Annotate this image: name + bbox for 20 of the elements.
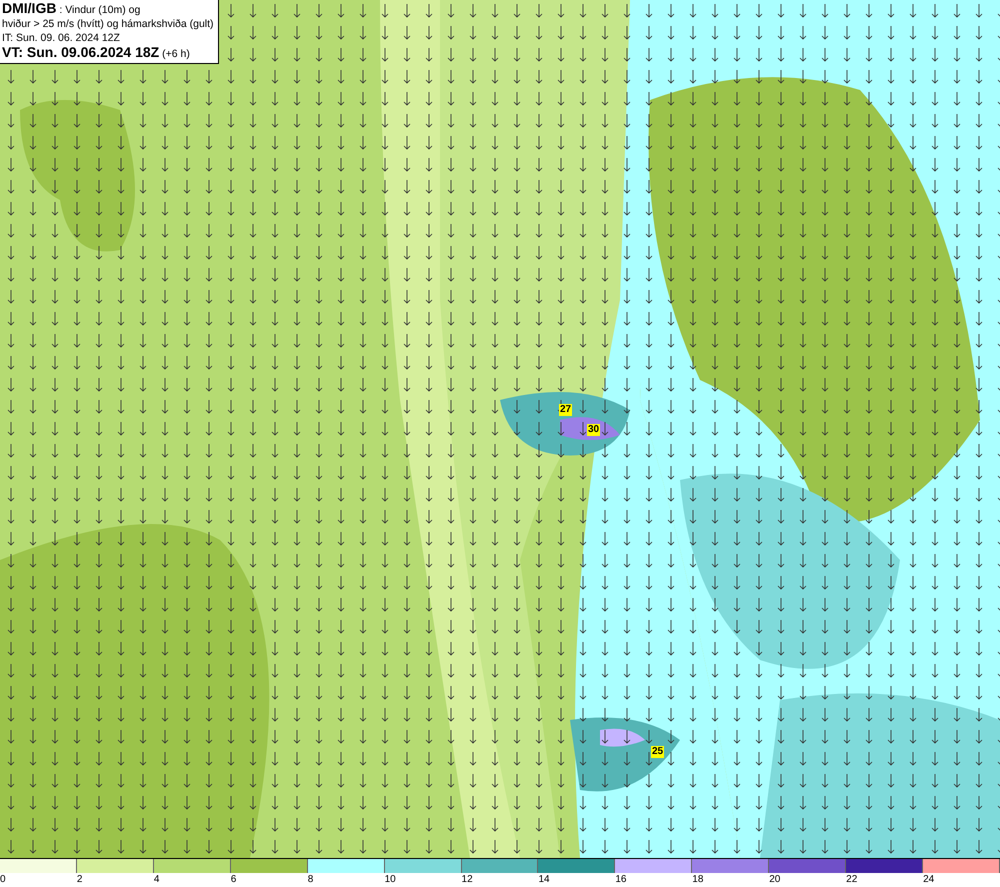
max-gust-label: 25	[651, 746, 664, 758]
scale-tick-label: 20	[769, 873, 780, 887]
scale-tick-label: 22	[846, 873, 858, 887]
title-line: IT: Sun. 09. 06. 2024 12Z	[2, 31, 121, 45]
scale-tick-label: 4	[154, 873, 160, 887]
scale-tick-label: 14	[538, 873, 550, 887]
title-line: DMI/IGB : Vindur (10m) og	[2, 1, 142, 17]
scale-tick-label: 16	[615, 873, 626, 887]
scale-tick-label: 12	[462, 873, 473, 887]
scale-tick-label: 2	[76, 873, 82, 887]
max-gust-label: 30	[587, 424, 600, 436]
scale-tick-label: 8	[308, 873, 314, 887]
scale-tick-label: 24	[923, 873, 934, 887]
title-line: hviður > 25 m/s (hvítt) og hámarkshviða (gult)	[2, 17, 214, 31]
scale-tick-label: 10	[384, 873, 396, 887]
title-line: VT: Sun. 09.06.2024 18Z (+6 h)	[2, 45, 191, 61]
scale-tick-label: 0	[0, 873, 6, 887]
max-gust-label: 27	[559, 404, 572, 416]
scale-tick-label: 6	[230, 873, 236, 887]
scale-tick-label: 18	[692, 873, 704, 887]
